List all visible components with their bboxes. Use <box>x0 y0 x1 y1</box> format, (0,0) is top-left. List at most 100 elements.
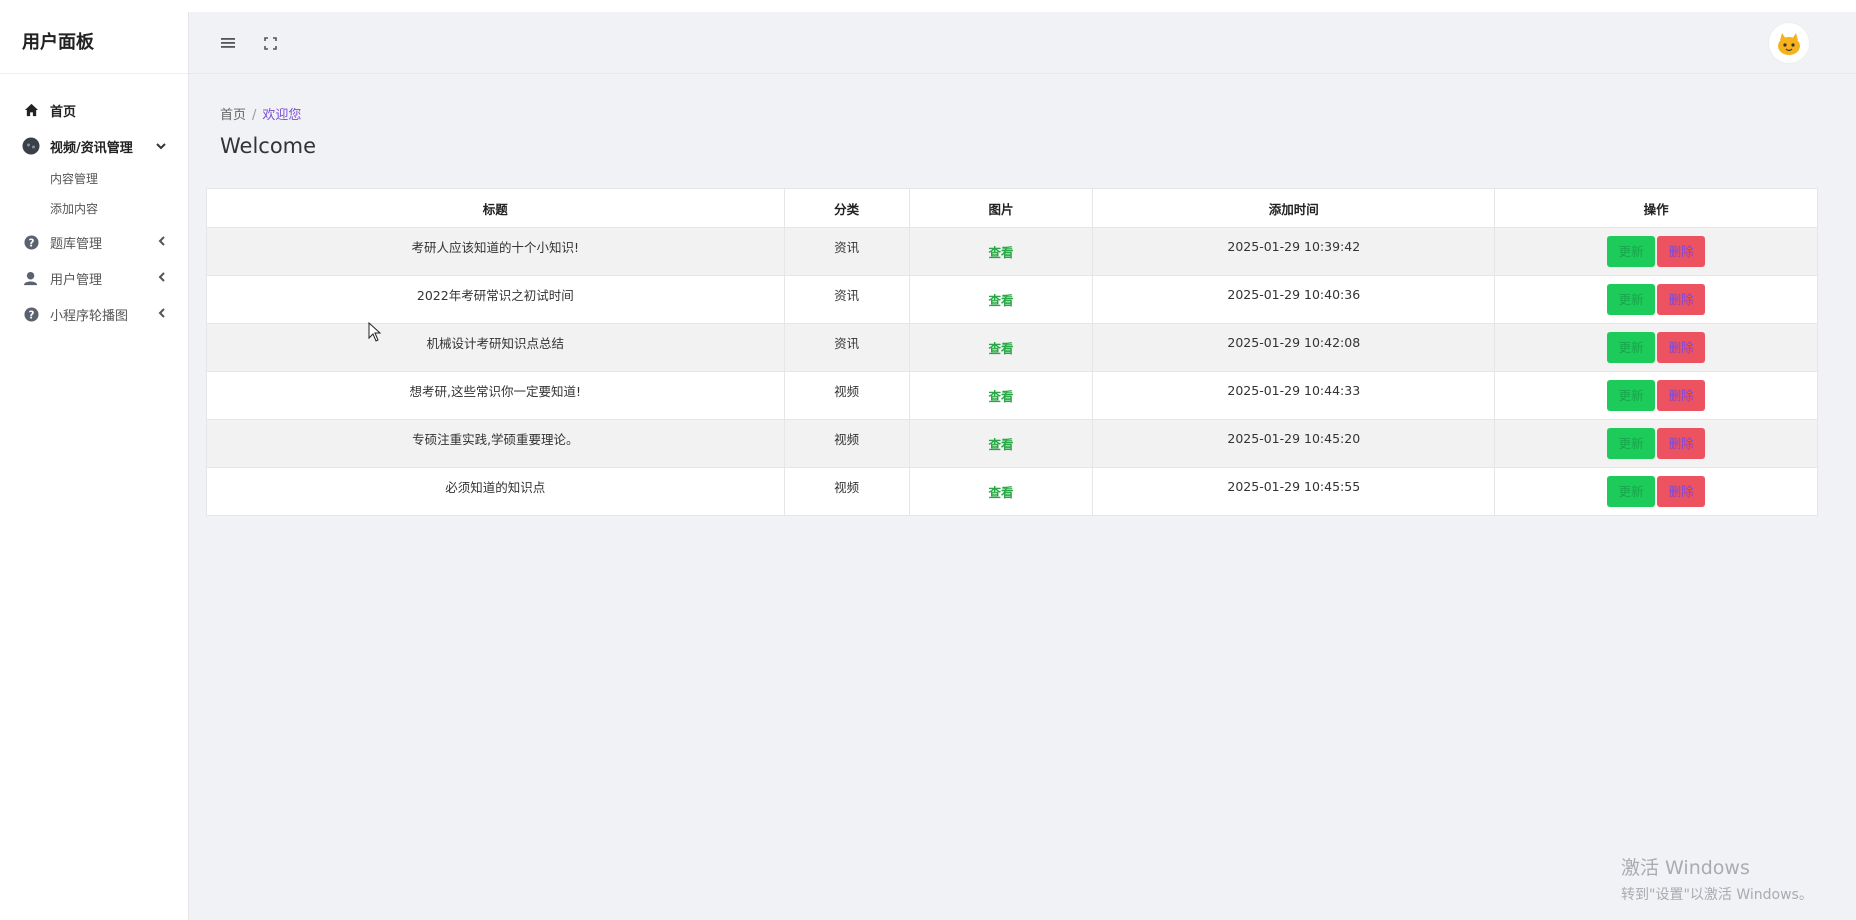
sidebar-item-label: 题库管理 <box>50 236 103 252</box>
delete-button[interactable]: 删除 <box>1657 428 1706 459</box>
view-image-link[interactable]: 查看 <box>988 485 1013 500</box>
sidebar-item-carousel[interactable]: ? 小程序轮播图 <box>0 296 188 332</box>
cell-actions: 更新 删除 <box>1494 419 1818 468</box>
cell-time: 2025-01-29 10:39:42 <box>1092 227 1496 276</box>
update-button[interactable]: 更新 <box>1607 476 1656 507</box>
watermark-line2: 转到"设置"以激活 Windows。 <box>1621 887 1813 903</box>
table-row: 2022年考研常识之初试时间 资讯 查看 2025-01-29 10:40:36… <box>206 275 1818 324</box>
delete-button[interactable]: 删除 <box>1657 476 1706 507</box>
cell-actions: 更新 删除 <box>1494 323 1818 372</box>
sidebar-item-user-manage[interactable]: 用户管理 <box>0 260 188 296</box>
update-button[interactable]: 更新 <box>1607 380 1656 411</box>
page-title: Welcome <box>220 134 317 158</box>
fullscreen-icon[interactable] <box>259 32 281 54</box>
cell-actions: 更新 删除 <box>1494 275 1818 324</box>
cell-actions: 更新 删除 <box>1494 467 1818 516</box>
top-header <box>189 12 1856 74</box>
avatar[interactable] <box>1768 22 1810 64</box>
cell-time: 2025-01-29 10:45:55 <box>1092 467 1496 516</box>
sidebar: 用户面板 首页 视频/资讯管理 内容管理 添加内容 ? 题库管理 用户管理 ? … <box>0 12 189 920</box>
cell-title: 机械设计考研知识点总结 <box>206 323 785 372</box>
cell-category: 视频 <box>783 371 910 420</box>
sidebar-item-label: 用户管理 <box>50 272 103 288</box>
avatar-image <box>1778 33 1800 55</box>
cell-actions: 更新 删除 <box>1494 227 1818 276</box>
svg-text:?: ? <box>28 237 34 249</box>
svg-text:?: ? <box>28 309 34 321</box>
cell-category: 资讯 <box>783 323 910 372</box>
cell-title: 2022年考研常识之初试时间 <box>206 275 785 324</box>
content-table: 标题 分类 图片 添加时间 操作 考研人应该知道的十个小知识! 资讯 查看 20… <box>206 188 1818 516</box>
chevron-left-icon <box>158 307 166 321</box>
table-row: 考研人应该知道的十个小知识! 资讯 查看 2025-01-29 10:39:42… <box>206 227 1818 276</box>
cell-actions: 更新 删除 <box>1494 371 1818 420</box>
cell-image: 查看 <box>908 275 1094 324</box>
breadcrumb-separator: / <box>252 108 257 123</box>
view-image-link[interactable]: 查看 <box>988 245 1013 260</box>
sidebar-item-label: 视频/资讯管理 <box>50 140 133 156</box>
sidebar-item-home[interactable]: 首页 <box>0 92 188 128</box>
cell-time: 2025-01-29 10:44:33 <box>1092 371 1496 420</box>
cell-image: 查看 <box>908 371 1094 420</box>
sidebar-subitem-content-manage[interactable]: 内容管理 <box>0 164 188 194</box>
breadcrumb-home[interactable]: 首页 <box>220 108 246 123</box>
user-icon <box>22 269 40 287</box>
question-icon: ? <box>22 305 40 323</box>
delete-button[interactable]: 删除 <box>1657 236 1706 267</box>
cell-image: 查看 <box>908 227 1094 276</box>
watermark-line1: 激活 Windows <box>1621 857 1750 879</box>
cell-category: 视频 <box>783 419 910 468</box>
column-header-title: 标题 <box>206 188 785 228</box>
sidebar-item-media[interactable]: 视频/资讯管理 <box>0 128 188 164</box>
column-header-image: 图片 <box>908 188 1094 228</box>
brand-title: 用户面板 <box>0 12 188 74</box>
cell-category: 资讯 <box>783 227 910 276</box>
sidebar-item-label: 首页 <box>50 104 77 120</box>
view-image-link[interactable]: 查看 <box>988 389 1013 404</box>
table-row: 想考研,这些常识你一定要知道! 视频 查看 2025-01-29 10:44:3… <box>206 371 1818 420</box>
view-image-link[interactable]: 查看 <box>988 437 1013 452</box>
chevron-left-icon <box>158 235 166 249</box>
cell-title: 必须知道的知识点 <box>206 467 785 516</box>
cell-image: 查看 <box>908 323 1094 372</box>
table-row: 必须知道的知识点 视频 查看 2025-01-29 10:45:55 更新 删除 <box>206 467 1818 516</box>
delete-button[interactable]: 删除 <box>1657 284 1706 315</box>
cell-title: 考研人应该知道的十个小知识! <box>206 227 785 276</box>
table-row: 专硕注重实践,学硕重要理论。 视频 查看 2025-01-29 10:45:20… <box>206 419 1818 468</box>
cell-time: 2025-01-29 10:42:08 <box>1092 323 1496 372</box>
column-header-time: 添加时间 <box>1092 188 1496 228</box>
update-button[interactable]: 更新 <box>1607 332 1656 363</box>
windows-activation-watermark: 激活 Windows 转到"设置"以激活 Windows。 <box>1621 853 1813 904</box>
breadcrumb: 首页 / 欢迎您 <box>220 104 301 123</box>
table-row: 机械设计考研知识点总结 资讯 查看 2025-01-29 10:42:08 更新… <box>206 323 1818 372</box>
cell-time: 2025-01-29 10:45:20 <box>1092 419 1496 468</box>
sidebar-subitem-add-content[interactable]: 添加内容 <box>0 194 188 224</box>
cell-category: 视频 <box>783 467 910 516</box>
update-button[interactable]: 更新 <box>1607 428 1656 459</box>
cell-time: 2025-01-29 10:40:36 <box>1092 275 1496 324</box>
update-button[interactable]: 更新 <box>1607 236 1656 267</box>
chevron-left-icon <box>158 271 166 285</box>
table-header-row: 标题 分类 图片 添加时间 操作 <box>206 188 1818 228</box>
mouse-cursor-icon <box>368 321 382 346</box>
view-image-link[interactable]: 查看 <box>988 341 1013 356</box>
view-image-link[interactable]: 查看 <box>988 293 1013 308</box>
delete-button[interactable]: 删除 <box>1657 380 1706 411</box>
chevron-down-icon <box>156 139 166 153</box>
media-icon <box>22 137 40 155</box>
question-icon: ? <box>22 233 40 251</box>
column-header-actions: 操作 <box>1494 188 1818 228</box>
cell-image: 查看 <box>908 419 1094 468</box>
update-button[interactable]: 更新 <box>1607 284 1656 315</box>
breadcrumb-current: 欢迎您 <box>262 108 302 123</box>
delete-button[interactable]: 删除 <box>1657 332 1706 363</box>
column-header-category: 分类 <box>783 188 910 228</box>
home-icon <box>22 101 40 119</box>
cell-image: 查看 <box>908 467 1094 516</box>
sidebar-item-question-bank[interactable]: ? 题库管理 <box>0 224 188 260</box>
cell-category: 资讯 <box>783 275 910 324</box>
menu-icon[interactable] <box>217 32 239 54</box>
sidebar-nav: 首页 视频/资讯管理 内容管理 添加内容 ? 题库管理 用户管理 ? 小程序轮播… <box>0 74 188 332</box>
cell-title: 想考研,这些常识你一定要知道! <box>206 371 785 420</box>
sidebar-item-label: 小程序轮播图 <box>50 308 129 324</box>
